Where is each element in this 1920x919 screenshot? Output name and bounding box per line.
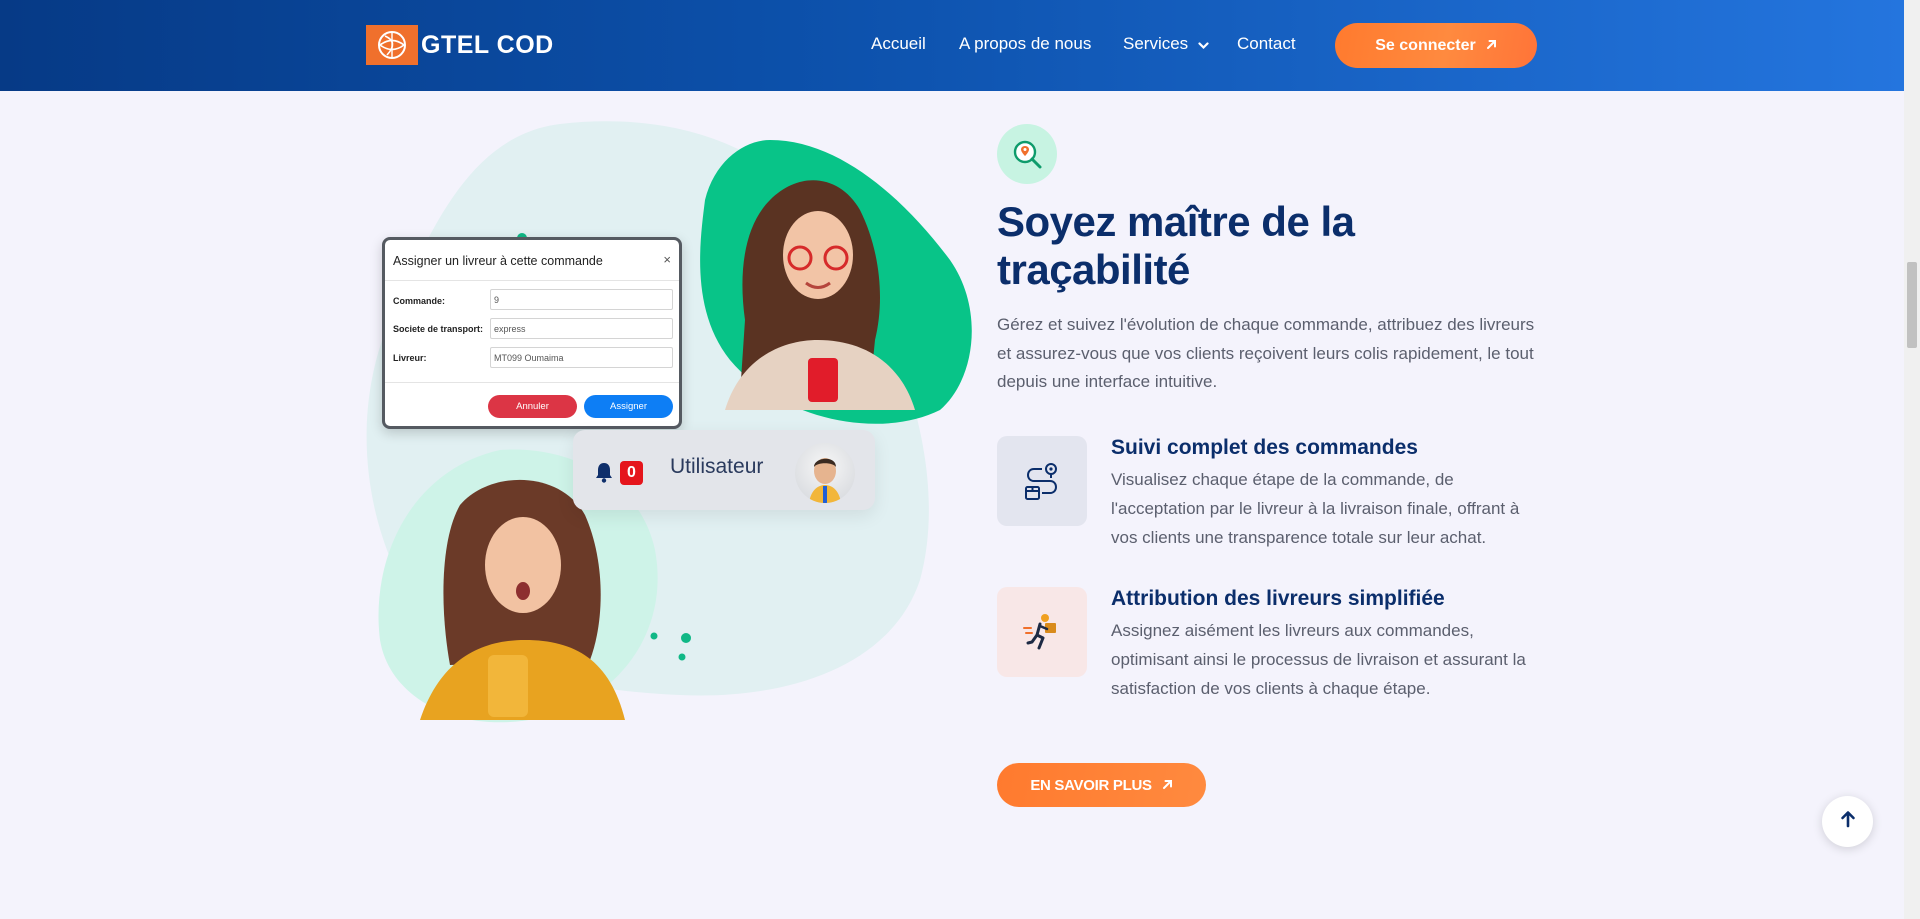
arrow-up-right-icon [1162, 777, 1173, 794]
section-lead: Gérez et suivez l'évolution de chaque co… [997, 315, 1535, 391]
learn-more-label: EN SAVOIR PLUS [1030, 776, 1152, 794]
assign-courier-modal: Assigner un livreur à cette commande × C… [382, 237, 682, 429]
login-button-label: Se connecter [1375, 36, 1476, 54]
livreur-field[interactable]: MT099 Oumaima [490, 347, 673, 368]
route-tracking-icon [997, 436, 1087, 526]
cancel-button[interactable]: Annuler [488, 395, 577, 418]
delivery-courier-icon [997, 587, 1087, 677]
map-search-icon [997, 124, 1057, 184]
user-notification-card: 0 Utilisateur [573, 430, 875, 510]
arrow-up-right-icon [1486, 37, 1497, 55]
nav-contact[interactable]: Contact [1237, 34, 1296, 54]
page-scrollbar[interactable] [1904, 0, 1920, 919]
section-title: Soyez maître de la traçabilité [997, 198, 1355, 293]
nav-services[interactable]: Services [1123, 34, 1209, 55]
feature-desc-attribution: Assignez aisément les livreurs aux comma… [1111, 621, 1526, 698]
modal-divider [385, 280, 679, 281]
feature-title-attribution: Attribution des livreurs simplifiée [1111, 587, 1445, 610]
field-label-commande: Commande: [393, 296, 446, 306]
user-label[interactable]: Utilisateur [670, 455, 763, 479]
modal-footer-divider [385, 382, 679, 383]
field-label-livreur: Livreur: [393, 353, 427, 363]
societe-transport-field[interactable]: express [490, 318, 673, 339]
learn-more-button[interactable]: EN SAVOIR PLUS [997, 763, 1206, 807]
modal-title: Assigner un livreur à cette commande [393, 254, 603, 268]
hero-illustration: Assigner un livreur à cette commande × C… [0, 0, 1000, 919]
feature-desc-suivi: Visualisez chaque étape de la commande, … [1111, 470, 1520, 547]
nav-services-label: Services [1123, 34, 1189, 53]
arrow-up-icon [1840, 810, 1856, 833]
commande-field[interactable]: 9 [490, 289, 673, 310]
feature-title-suivi: Suivi complet des commandes [1111, 436, 1418, 459]
chevron-down-icon [1198, 35, 1209, 55]
field-label-societe: Societe de transport: [393, 324, 484, 334]
notification-count-badge: 0 [620, 461, 643, 485]
close-icon[interactable]: × [663, 252, 671, 267]
assign-button[interactable]: Assigner [584, 395, 673, 418]
avatar[interactable] [795, 443, 855, 503]
bell-icon[interactable] [594, 461, 614, 488]
scroll-to-top-button[interactable] [1822, 796, 1873, 847]
login-button[interactable]: Se connecter [1335, 23, 1537, 68]
scrollbar-thumb[interactable] [1907, 262, 1917, 348]
